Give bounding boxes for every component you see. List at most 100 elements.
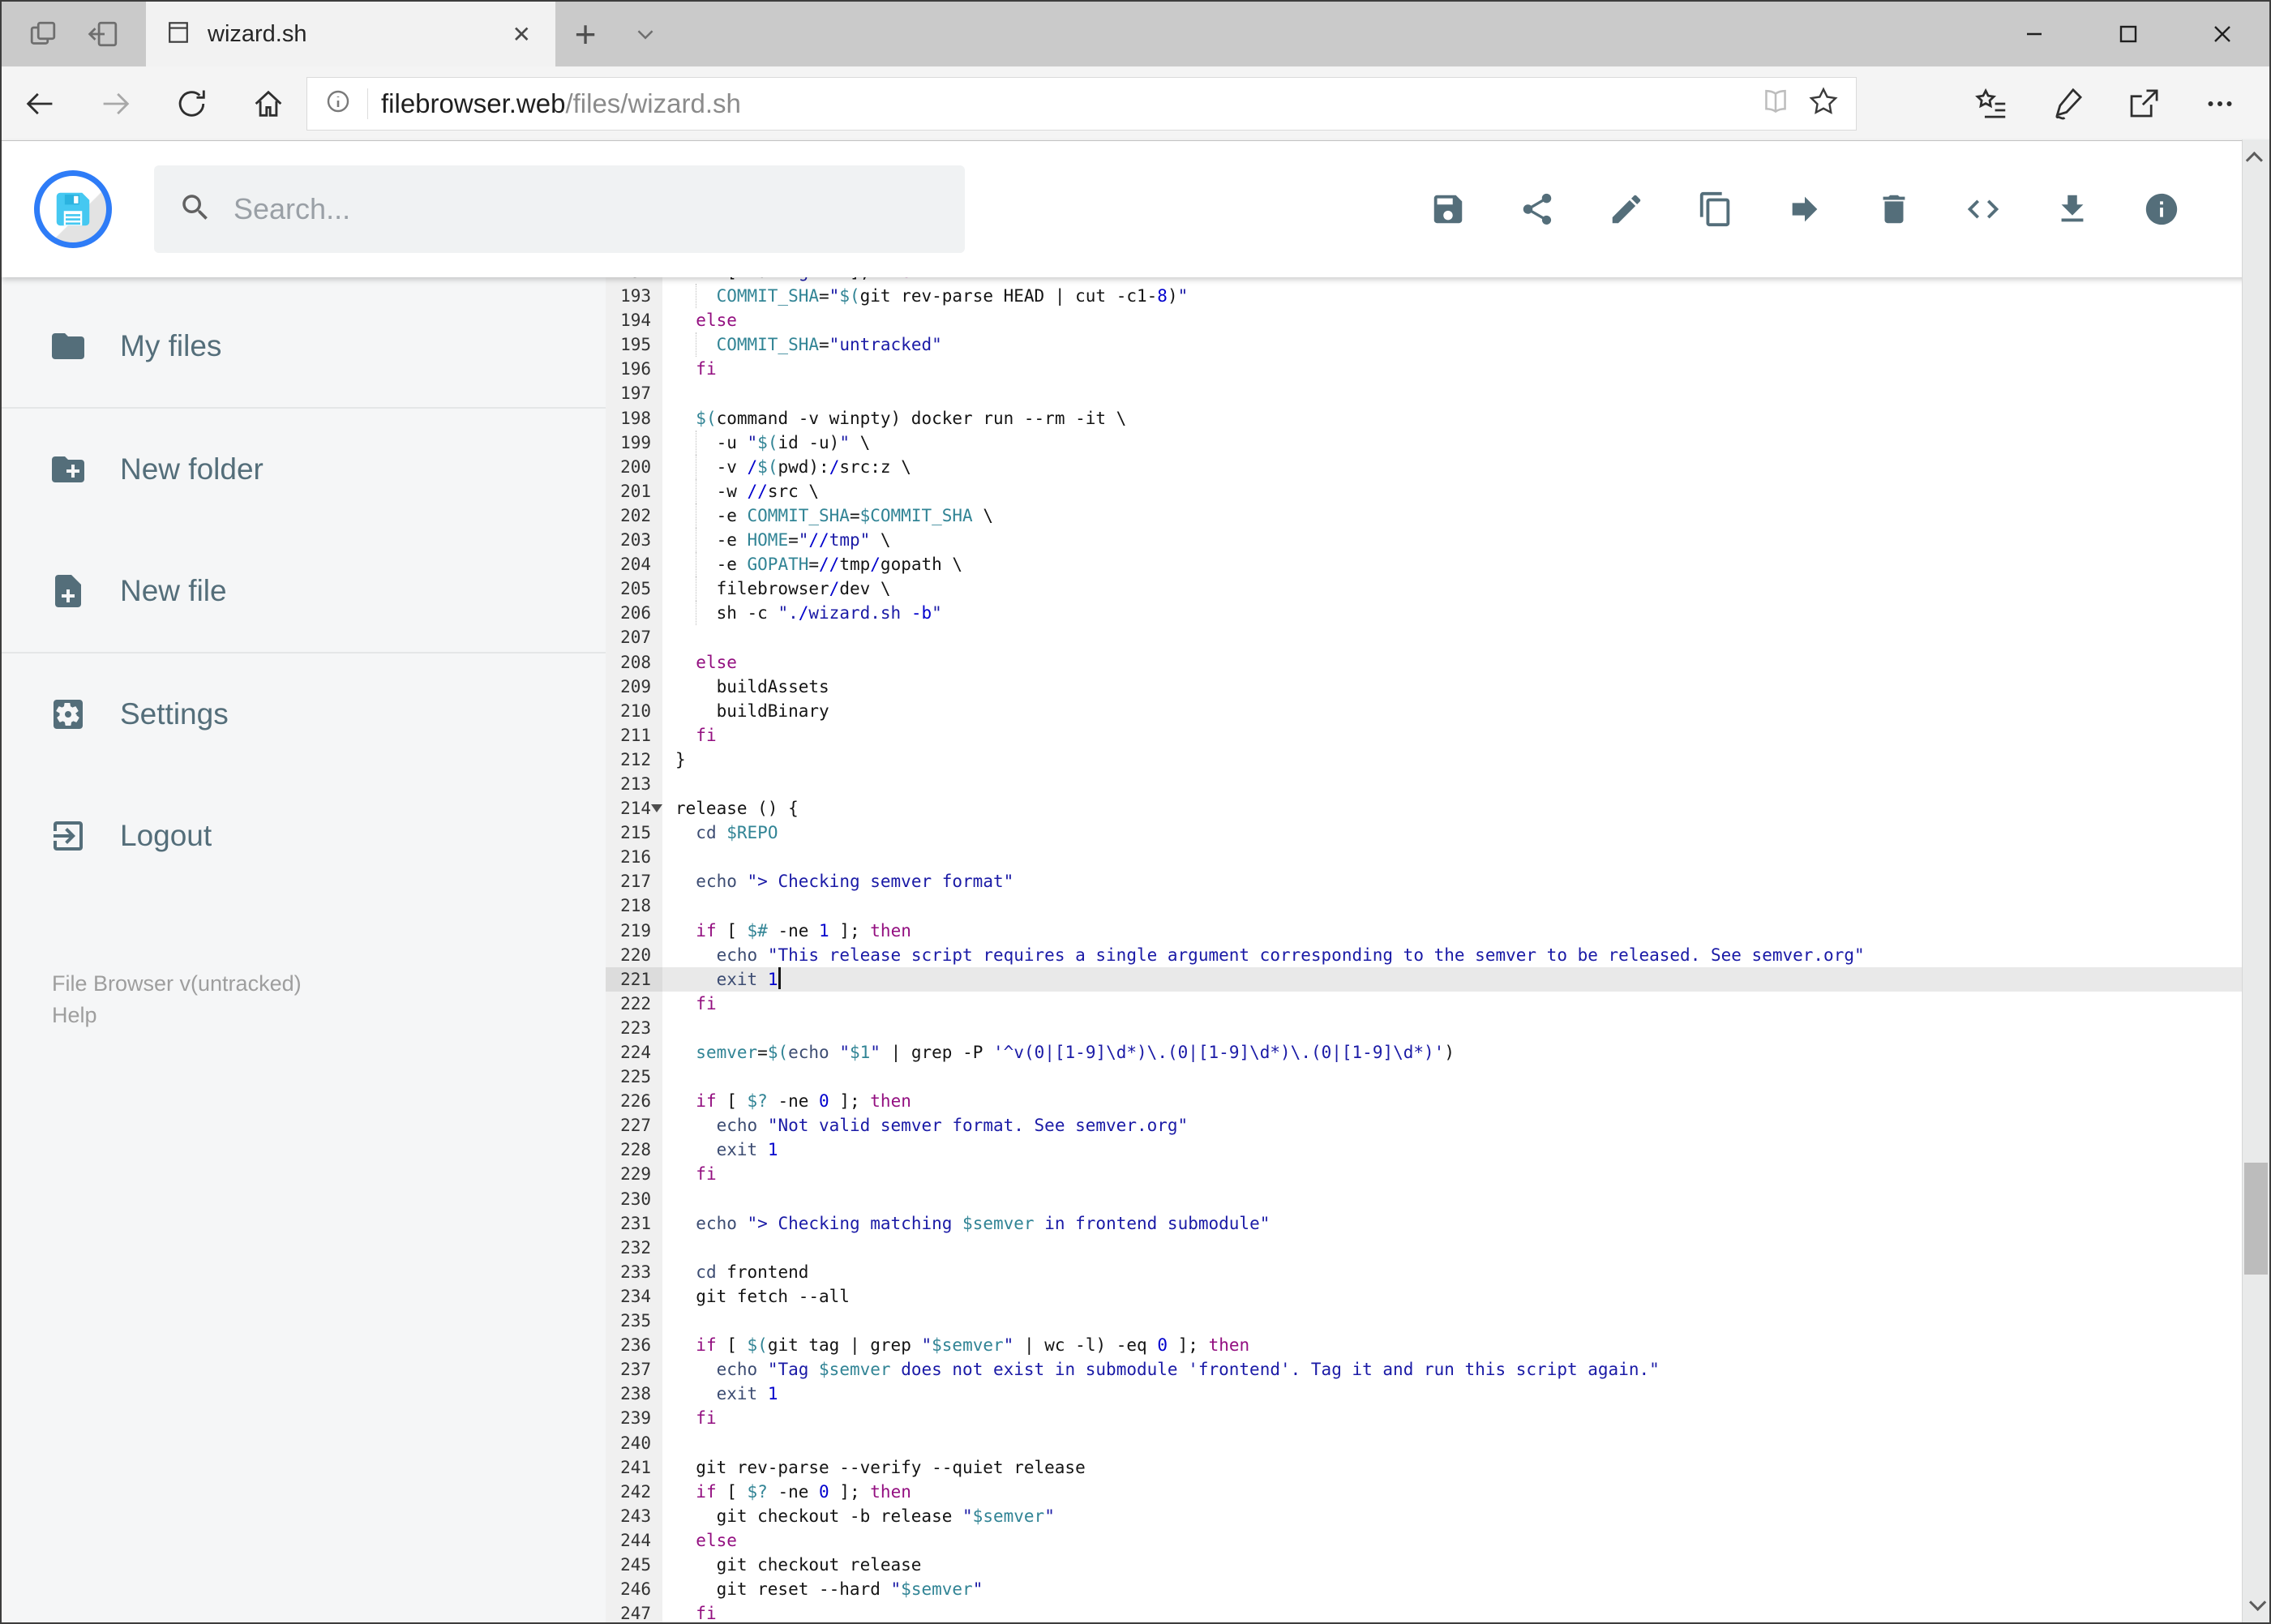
code-line[interactable] — [662, 893, 2269, 918]
line-number[interactable]: 214 — [606, 796, 662, 821]
line-number[interactable]: 218 — [606, 893, 662, 919]
code-line[interactable] — [662, 1016, 2269, 1040]
url-text[interactable]: filebrowser.web/files/wizard.sh — [381, 88, 1746, 119]
line-number[interactable]: 192 — [606, 277, 662, 285]
code-line[interactable]: -e COMMIT_SHA=$COMMIT_SHA \ — [662, 503, 2269, 529]
code-line[interactable]: buildAssets — [662, 675, 2269, 699]
code-line[interactable]: if [ -d ".git" ]; then — [662, 277, 2269, 284]
code-line[interactable]: COMMIT_SHA="untracked" — [662, 332, 2269, 358]
line-number[interactable]: 198 — [606, 405, 662, 431]
line-number[interactable]: 227 — [606, 1113, 662, 1138]
line-number[interactable]: 223 — [606, 1015, 662, 1040]
line-number[interactable]: 243 — [606, 1503, 662, 1528]
line-number[interactable]: 241 — [606, 1455, 662, 1480]
line-number[interactable]: 228 — [606, 1138, 662, 1163]
code-line[interactable]: fi — [662, 723, 2269, 748]
code-line[interactable]: sh -c "./wizard.sh -b" — [662, 601, 2269, 626]
new-tab-button[interactable]: + — [555, 2, 615, 66]
code-line[interactable] — [662, 845, 2269, 869]
share-button[interactable] — [1519, 191, 1556, 228]
tab-list-chevron-icon[interactable] — [615, 2, 675, 66]
refresh-button[interactable] — [154, 66, 230, 141]
line-number[interactable]: 230 — [606, 1186, 662, 1211]
url-bar[interactable]: filebrowser.web/files/wizard.sh — [306, 76, 1857, 131]
code-line[interactable]: buildBinary — [662, 699, 2269, 723]
edit-button[interactable] — [1608, 191, 1645, 228]
code-line[interactable]: git rev-parse --verify --quiet release — [662, 1455, 2269, 1480]
line-number[interactable]: 221 — [606, 966, 662, 992]
maximize-button[interactable] — [2081, 2, 2175, 66]
line-number[interactable]: 238 — [606, 1382, 662, 1407]
code-line[interactable] — [662, 1309, 2269, 1333]
code-line[interactable]: fi — [662, 1601, 2269, 1622]
code-line[interactable] — [662, 772, 2269, 796]
line-number[interactable]: 231 — [606, 1211, 662, 1236]
code-line[interactable]: exit 1 — [662, 966, 2269, 992]
line-number[interactable]: 224 — [606, 1040, 662, 1065]
code-line[interactable] — [662, 381, 2269, 405]
code-line[interactable]: if [ $# -ne 1 ]; then — [662, 919, 2269, 943]
scroll-up-icon[interactable] — [2243, 139, 2269, 177]
line-number[interactable]: 207 — [606, 625, 662, 650]
download-button[interactable] — [2054, 191, 2091, 228]
line-number[interactable]: 200 — [606, 454, 662, 479]
scroll-down-icon[interactable] — [2243, 1585, 2269, 1622]
line-number[interactable]: 196 — [606, 357, 662, 382]
sidebar-item-new-file[interactable]: New file — [2, 530, 606, 652]
code-line[interactable]: release () { — [662, 796, 2269, 821]
hub-favorites-icon[interactable] — [1953, 66, 2029, 141]
code-line[interactable]: else — [662, 1528, 2269, 1553]
sidebar-item-new-folder[interactable]: New folder — [2, 409, 606, 530]
code-line[interactable]: -e HOME="//tmp" \ — [662, 528, 2269, 553]
code-line[interactable]: $(command -v winpty) docker run --rm -it… — [662, 406, 2269, 431]
code-line[interactable]: git reset --hard "$semver" — [662, 1577, 2269, 1601]
line-number[interactable]: 225 — [606, 1065, 662, 1090]
line-number[interactable]: 226 — [606, 1089, 662, 1114]
line-number[interactable]: 216 — [606, 845, 662, 870]
line-number[interactable]: 215 — [606, 821, 662, 846]
line-number[interactable]: 235 — [606, 1309, 662, 1334]
code-line[interactable] — [662, 1431, 2269, 1455]
search-input[interactable] — [234, 192, 941, 226]
tab-preview-icon[interactable] — [24, 15, 62, 53]
code-line[interactable]: cd $REPO — [662, 821, 2269, 845]
sidebar-item-logout[interactable]: Logout — [2, 775, 606, 897]
code-line[interactable]: git checkout release — [662, 1553, 2269, 1577]
line-number[interactable]: 210 — [606, 698, 662, 723]
save-button[interactable] — [1429, 191, 1467, 228]
line-number[interactable]: 217 — [606, 869, 662, 894]
back-button[interactable] — [2, 66, 78, 141]
code-line[interactable]: fi — [662, 357, 2269, 381]
line-number[interactable]: 209 — [606, 674, 662, 699]
code-line[interactable]: else — [662, 308, 2269, 332]
tab-close-icon[interactable]: ✕ — [506, 21, 538, 48]
code-line[interactable]: -w //src \ — [662, 478, 2269, 503]
code-line[interactable]: echo "Tag $semver does not exist in subm… — [662, 1357, 2269, 1382]
line-number[interactable]: 201 — [606, 478, 662, 503]
code-line[interactable]: echo "This release script requires a sin… — [662, 943, 2269, 967]
line-number[interactable]: 220 — [606, 942, 662, 967]
code-line[interactable]: filebrowser/dev \ — [662, 576, 2269, 602]
line-number[interactable]: 193 — [606, 284, 662, 309]
code-line[interactable]: COMMIT_SHA="$(git rev-parse HEAD | cut -… — [662, 284, 2269, 309]
home-button[interactable] — [230, 66, 306, 141]
line-number[interactable]: 229 — [606, 1162, 662, 1187]
code-view-button[interactable] — [1965, 191, 2002, 228]
line-number[interactable]: 208 — [606, 649, 662, 675]
code-line[interactable]: else — [662, 650, 2269, 675]
line-number[interactable]: 245 — [606, 1552, 662, 1578]
code-line[interactable]: git fetch --all — [662, 1284, 2269, 1309]
code-line[interactable]: semver=$(echo "$1" | grep -P '^v(0|[1-9]… — [662, 1040, 2269, 1065]
code-line[interactable] — [662, 1187, 2269, 1211]
code-line[interactable]: if [ $(git tag | grep "$semver" | wc -l)… — [662, 1333, 2269, 1357]
favorite-star-icon[interactable] — [1806, 84, 1841, 123]
code-line[interactable]: cd frontend — [662, 1260, 2269, 1284]
line-number[interactable]: 247 — [606, 1601, 662, 1622]
delete-button[interactable] — [1875, 191, 1913, 228]
site-info-icon[interactable] — [322, 85, 354, 122]
code-line[interactable]: exit 1 — [662, 1138, 2269, 1162]
code-line[interactable]: fi — [662, 1162, 2269, 1186]
share-icon[interactable] — [2106, 66, 2182, 141]
browser-tab[interactable]: wizard.sh ✕ — [146, 2, 555, 66]
code-line[interactable] — [662, 1236, 2269, 1260]
